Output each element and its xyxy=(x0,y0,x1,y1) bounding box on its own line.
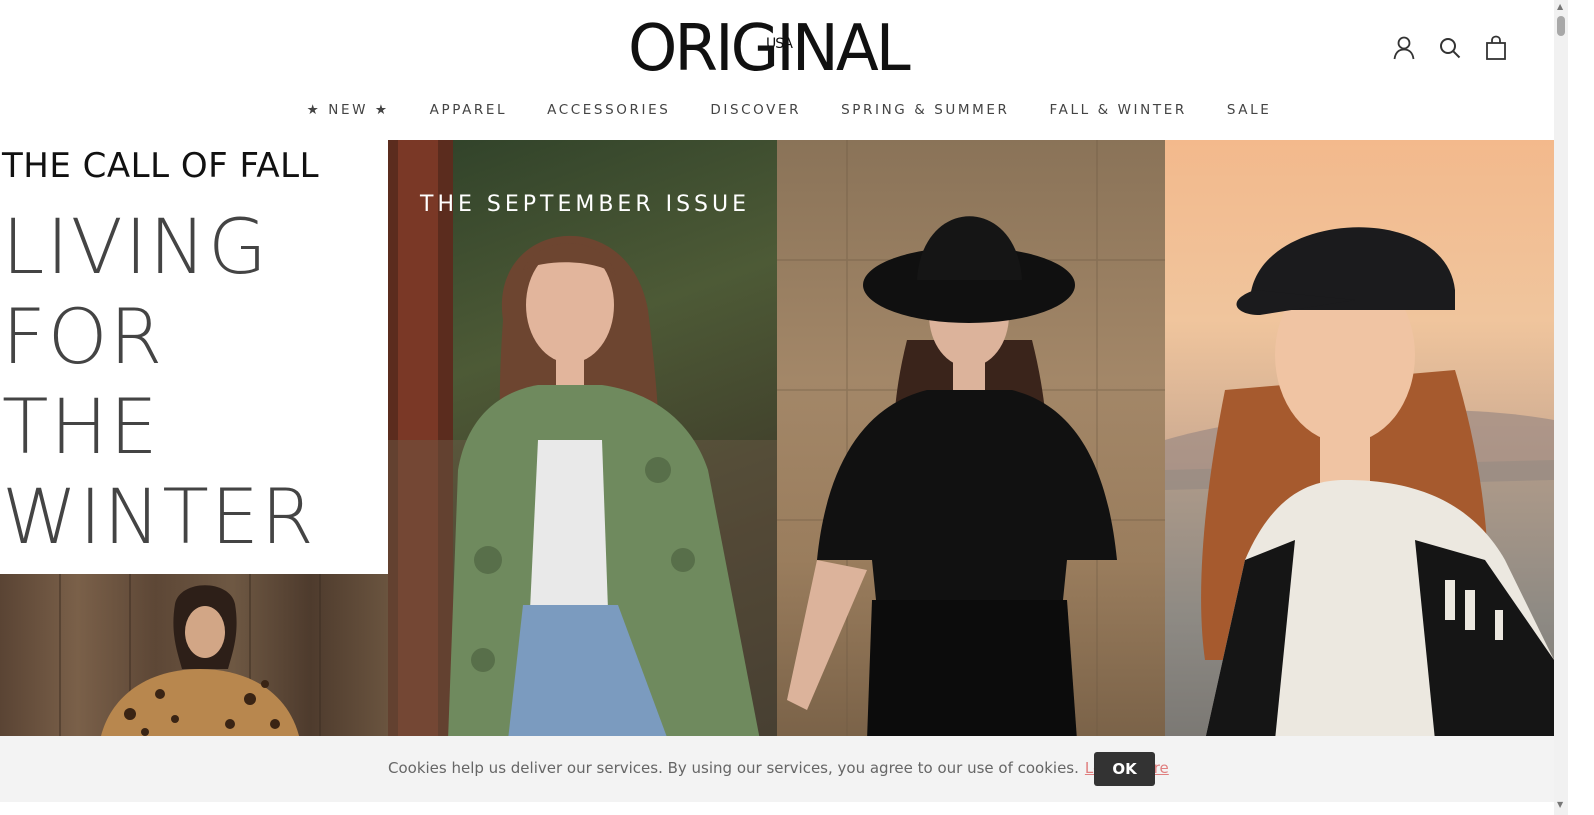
account-icon[interactable] xyxy=(1392,34,1416,62)
hero-banner: THE CALL OF FALL LIVING FOR THE WINTER T… xyxy=(0,140,1554,740)
search-icon[interactable] xyxy=(1438,34,1462,62)
shopping-bag-icon[interactable] xyxy=(1484,34,1508,62)
headline-line: THE xyxy=(2,382,160,471)
site-logo[interactable]: ORIGINAL USA xyxy=(628,14,928,84)
logo-sub: USA xyxy=(766,36,793,52)
cookie-banner: Cookies help us deliver our services. By… xyxy=(0,736,1554,802)
headline-line: LIVING xyxy=(2,202,269,291)
headline-line: FOR xyxy=(2,292,165,381)
photo-green-cardigan[interactable]: THE SEPTEMBER ISSUE xyxy=(388,140,777,740)
photo-black-hat[interactable] xyxy=(777,140,1165,740)
cookie-text: Cookies help us deliver our services. By… xyxy=(388,759,1169,777)
hero-kicker: THE CALL OF FALL xyxy=(2,146,320,186)
photo-leopard-coat[interactable] xyxy=(0,574,388,740)
nav-item-new[interactable]: ★ NEW ★ xyxy=(287,100,410,120)
nav-item-sale[interactable]: SALE xyxy=(1207,100,1292,120)
nav-item-apparel[interactable]: APPAREL xyxy=(410,100,528,120)
september-issue-title: THE SEPTEMBER ISSUE xyxy=(420,192,751,217)
nav-item-accessories[interactable]: ACCESSORIES xyxy=(527,100,690,120)
site-header: ORIGINAL USA ★ NEW ★ APPAREL ACCESSORIES xyxy=(0,0,1578,140)
main-nav: ★ NEW ★ APPAREL ACCESSORIES DISCOVER SPR… xyxy=(0,100,1578,120)
cookie-message: Cookies help us deliver our services. By… xyxy=(388,759,1079,777)
nav-item-fall-winter[interactable]: FALL & WINTER xyxy=(1030,100,1207,120)
nav-item-discover[interactable]: DISCOVER xyxy=(690,100,821,120)
header-icons xyxy=(1392,34,1508,62)
nav-item-spring-summer[interactable]: SPRING & SUMMER xyxy=(821,100,1029,120)
cookie-ok-button[interactable]: OK xyxy=(1094,752,1155,786)
scroll-thumb[interactable] xyxy=(1557,16,1565,36)
page-scrollbar[interactable]: ▲ ▼ xyxy=(1554,0,1568,815)
hero-text-panel: THE CALL OF FALL LIVING FOR THE WINTER xyxy=(0,140,388,574)
page-bottom xyxy=(0,802,1554,815)
headline-line: WINTER xyxy=(2,472,316,561)
scroll-up-arrow-icon[interactable]: ▲ xyxy=(1557,2,1563,11)
photo-black-cap[interactable] xyxy=(1165,140,1554,740)
scroll-down-arrow-icon[interactable]: ▼ xyxy=(1557,800,1563,809)
